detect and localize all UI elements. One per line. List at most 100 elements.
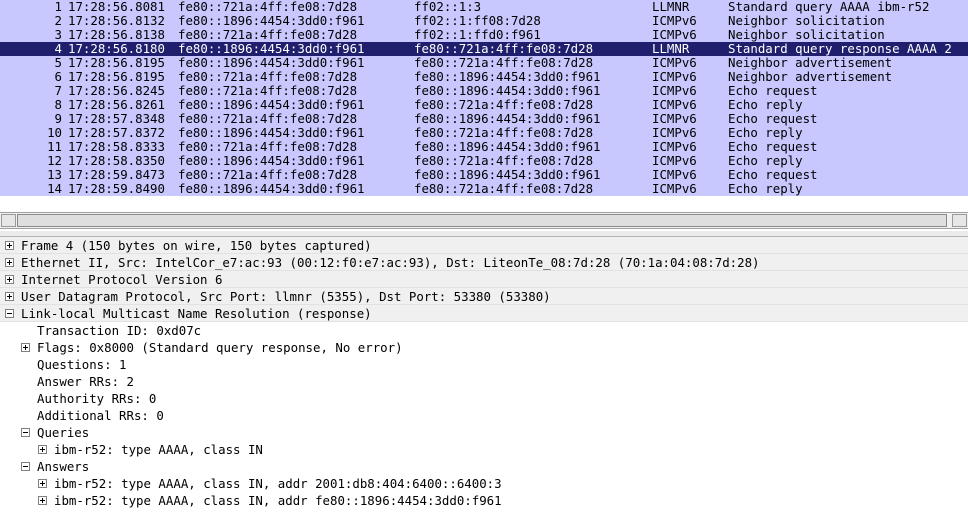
horizontal-scrollbar[interactable] <box>0 212 968 229</box>
detail-row[interactable]: Flags: 0x8000 (Standard query response, … <box>0 339 968 356</box>
packet-row[interactable]: 6 17:28:56.8195 fe80::721a:4ff:fe08:7d28 fe… <box>0 70 968 84</box>
packet-protocol: ICMPv6 <box>652 126 697 140</box>
packet-destination: fe80::1896:4454:3dd0:f961 <box>414 84 601 98</box>
packet-source: fe80::721a:4ff:fe08:7d28 <box>178 70 358 84</box>
packet-protocol: LLMNR <box>652 42 690 56</box>
detail-row[interactable]: User Datagram Protocol, Src Port: llmnr … <box>0 288 968 305</box>
detail-label: Questions: 1 <box>37 357 127 372</box>
packet-number: 4 <box>54 42 62 56</box>
detail-row[interactable]: Transaction ID: 0xd07c <box>0 322 968 339</box>
packet-time: 17:28:56.8195 <box>68 56 165 70</box>
packet-row[interactable]: 8 17:28:56.8261 fe80::1896:4454:3dd0:f961 f… <box>0 98 968 112</box>
packet-row[interactable]: 3 17:28:56.8138 fe80::721a:4ff:fe08:7d28 ff… <box>0 28 968 42</box>
packet-row[interactable]: 14 17:28:59.8490 fe80::1896:4454:3dd0:f961… <box>0 182 968 196</box>
packet-source: fe80::721a:4ff:fe08:7d28 <box>178 28 358 42</box>
packet-source: fe80::1896:4454:3dd0:f961 <box>178 56 365 70</box>
packet-time: 17:28:57.8372 <box>68 126 165 140</box>
packet-protocol: ICMPv6 <box>652 56 697 70</box>
detail-row[interactable]: Authority RRs: 0 <box>0 390 968 407</box>
packet-time: 17:28:56.8132 <box>68 14 165 28</box>
detail-label: Additional RRs: 0 <box>37 408 164 423</box>
scroll-right-button[interactable] <box>952 214 967 227</box>
detail-row[interactable]: ibm-r52: type AAAA, class IN, addr 2001:… <box>0 475 968 492</box>
packet-row[interactable]: 1 17:28:56.8081 fe80::721a:4ff:fe08:7d28 ff… <box>0 0 968 14</box>
packet-number: 6 <box>54 70 62 84</box>
packet-info: Echo request <box>728 140 818 154</box>
packet-row[interactable]: 11 17:28:58.8333 fe80::721a:4ff:fe08:7d28 f… <box>0 140 968 154</box>
expand-icon[interactable] <box>21 343 30 352</box>
packet-row[interactable]: 7 17:28:56.8245 fe80::721a:4ff:fe08:7d28 fe… <box>0 84 968 98</box>
detail-label: ibm-r52: type AAAA, class IN <box>54 442 263 457</box>
detail-row[interactable]: Link-local Multicast Name Resolution (re… <box>0 305 968 322</box>
expand-icon[interactable] <box>5 258 14 267</box>
packet-number: 9 <box>54 112 62 126</box>
packet-destination: fe80::1896:4454:3dd0:f961 <box>414 168 601 182</box>
packet-source: fe80::1896:4454:3dd0:f961 <box>178 98 365 112</box>
detail-row[interactable]: Additional RRs: 0 <box>0 407 968 424</box>
packet-info: Neighbor solicitation <box>728 28 885 42</box>
packet-source: fe80::1896:4454:3dd0:f961 <box>178 14 365 28</box>
expand-icon[interactable] <box>38 479 47 488</box>
packet-time: 17:28:56.8180 <box>68 42 165 56</box>
packet-number: 12 <box>47 154 62 168</box>
packet-destination: fe80::721a:4ff:fe08:7d28 <box>414 154 594 168</box>
packet-source: fe80::721a:4ff:fe08:7d28 <box>178 140 358 154</box>
packet-destination: fe80::1896:4454:3dd0:f961 <box>414 70 601 84</box>
packet-number: 11 <box>47 140 62 154</box>
packet-destination: fe80::1896:4454:3dd0:f961 <box>414 112 601 126</box>
packet-protocol: ICMPv6 <box>652 84 697 98</box>
packet-protocol: ICMPv6 <box>652 154 697 168</box>
packet-time: 17:28:57.8348 <box>68 112 165 126</box>
packet-row[interactable]: 4 17:28:56.8180 fe80::1896:4454:3dd0:f961 f… <box>0 42 968 56</box>
packet-protocol: ICMPv6 <box>652 168 697 182</box>
packet-time: 17:28:58.8350 <box>68 154 165 168</box>
scrollbar-thumb[interactable] <box>17 214 947 227</box>
packet-info: Neighbor advertisement <box>728 56 893 70</box>
collapse-icon[interactable] <box>5 309 14 318</box>
packet-time: 17:28:59.8473 <box>68 168 165 182</box>
packet-destination: fe80::721a:4ff:fe08:7d28 <box>414 98 594 112</box>
packet-destination: ff02::1:ffd0:f961 <box>414 28 541 42</box>
detail-row[interactable]: Questions: 1 <box>0 356 968 373</box>
packet-info: Standard query response AAAA 2 <box>728 42 952 56</box>
expand-icon[interactable] <box>38 445 47 454</box>
packet-row[interactable]: 10 17:28:57.8372 fe80::1896:4454:3dd0:f961… <box>0 126 968 140</box>
detail-row[interactable]: Ethernet II, Src: IntelCor_e7:ac:93 (00:… <box>0 254 968 271</box>
packet-source: fe80::1896:4454:3dd0:f961 <box>178 126 365 140</box>
expand-icon[interactable] <box>5 241 14 250</box>
collapse-icon[interactable] <box>21 462 30 471</box>
packet-number: 8 <box>54 98 62 112</box>
detail-row[interactable]: Answer RRs: 2 <box>0 373 968 390</box>
detail-label: Internet Protocol Version 6 <box>21 272 223 287</box>
packet-row[interactable]: 5 17:28:56.8195 fe80::1896:4454:3dd0:f961 f… <box>0 56 968 70</box>
packet-list[interactable]: 1 17:28:56.8081 fe80::721a:4ff:fe08:7d28 ff… <box>0 0 968 210</box>
packet-row[interactable]: 2 17:28:56.8132 fe80::1896:4454:3dd0:f961 f… <box>0 14 968 28</box>
detail-row[interactable]: ibm-r52: type AAAA, class IN <box>0 441 968 458</box>
expand-icon[interactable] <box>5 275 14 284</box>
detail-label: Flags: 0x8000 (Standard query response, … <box>37 340 403 355</box>
detail-row[interactable]: Answers <box>0 458 968 475</box>
packet-destination: ff02::1:3 <box>414 0 482 14</box>
packet-number: 13 <box>47 168 62 182</box>
packet-info: Standard query AAAA ibm-r52 <box>728 0 930 14</box>
packet-time: 17:28:56.8195 <box>68 70 165 84</box>
packet-row[interactable]: 13 17:28:59.8473 fe80::721a:4ff:fe08:7d28 f… <box>0 168 968 182</box>
packet-details-tree[interactable]: Frame 4 (150 bytes on wire, 150 bytes ca… <box>0 237 968 528</box>
detail-row[interactable]: Queries <box>0 424 968 441</box>
collapse-icon[interactable] <box>21 428 30 437</box>
expand-icon[interactable] <box>5 292 14 301</box>
detail-label: ibm-r52: type AAAA, class IN, addr 2001:… <box>54 476 502 491</box>
packet-time: 17:28:56.8261 <box>68 98 165 112</box>
packet-info: Echo request <box>728 112 818 126</box>
packet-number: 1 <box>54 0 62 14</box>
detail-row[interactable]: Frame 4 (150 bytes on wire, 150 bytes ca… <box>0 237 968 254</box>
packet-row[interactable]: 12 17:28:58.8350 fe80::1896:4454:3dd0:f961… <box>0 154 968 168</box>
expand-icon[interactable] <box>38 496 47 505</box>
detail-row[interactable]: Internet Protocol Version 6 <box>0 271 968 288</box>
packet-protocol: ICMPv6 <box>652 70 697 84</box>
detail-row[interactable]: ibm-r52: type AAAA, class IN, addr fe80:… <box>0 492 968 509</box>
packet-row[interactable]: 9 17:28:57.8348 fe80::721a:4ff:fe08:7d28 fe… <box>0 112 968 126</box>
scroll-left-button[interactable] <box>1 214 16 227</box>
packet-time: 17:28:59.8490 <box>68 182 165 196</box>
packet-info: Echo reply <box>728 182 803 196</box>
